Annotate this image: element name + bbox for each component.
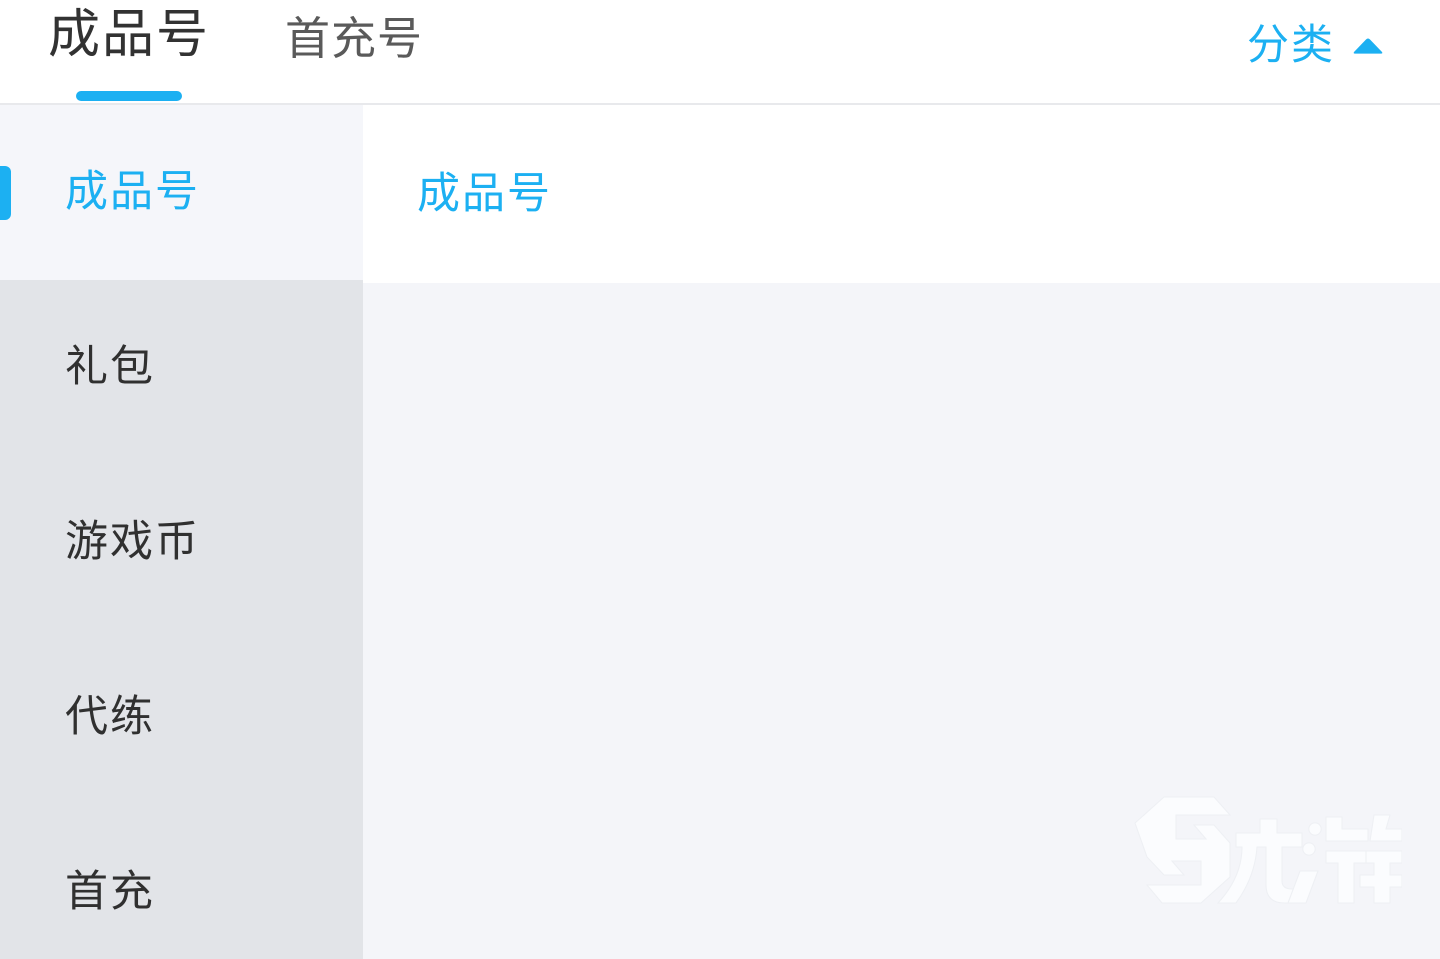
jiuyou-logo-icon [1134,796,1402,904]
category-button[interactable]: 分类 [1247,0,1385,90]
sidebar-item-shouchong-label: 首充 [65,868,155,916]
sidebar-item-youxibi[interactable]: 游戏币 [0,455,363,630]
sidebar-item-youxibi-label: 游戏币 [65,518,200,566]
category-sidebar[interactable]: 成品号 礼包 游戏币 代练 首充 [0,105,363,959]
category-button-label: 分类 [1246,21,1335,68]
tab-active-underline [76,91,182,101]
sidebar-item-chengpinhao[interactable]: 成品号 [0,105,363,280]
tab-chengpinhao[interactable]: 成品号 [48,0,210,103]
sidebar-item-libao-label: 礼包 [65,343,155,391]
caret-up-icon [1353,38,1383,54]
main-panel: 成品号 [363,105,1440,959]
sidebar-item-dailian[interactable]: 代练 [0,630,363,805]
main-section-body [363,283,1440,959]
tab-shouchonghao[interactable]: 首充号 [285,0,423,103]
main-section-title: 成品号 [417,169,552,218]
sidebar-active-indicator [0,165,11,220]
app-screen: 成品号 首充号 分类 成品号 礼包 游戏币 代练 首充 成品号 [0,0,1440,959]
content-area: 成品号 礼包 游戏币 代练 首充 成品号 [0,105,1440,959]
tab-shouchonghao-label: 首充号 [285,13,424,64]
top-tab-bar: 成品号 首充号 [48,0,423,103]
sidebar-item-dailian-label: 代练 [65,693,155,741]
tab-chengpinhao-label: 成品号 [48,6,211,64]
sidebar-item-libao[interactable]: 礼包 [0,280,363,455]
top-bar: 成品号 首充号 分类 [0,0,1440,105]
sidebar-item-shouchong[interactable]: 首充 [0,805,363,959]
sidebar-item-chengpinhao-label: 成品号 [65,168,200,216]
main-section-header: 成品号 [363,105,1440,283]
